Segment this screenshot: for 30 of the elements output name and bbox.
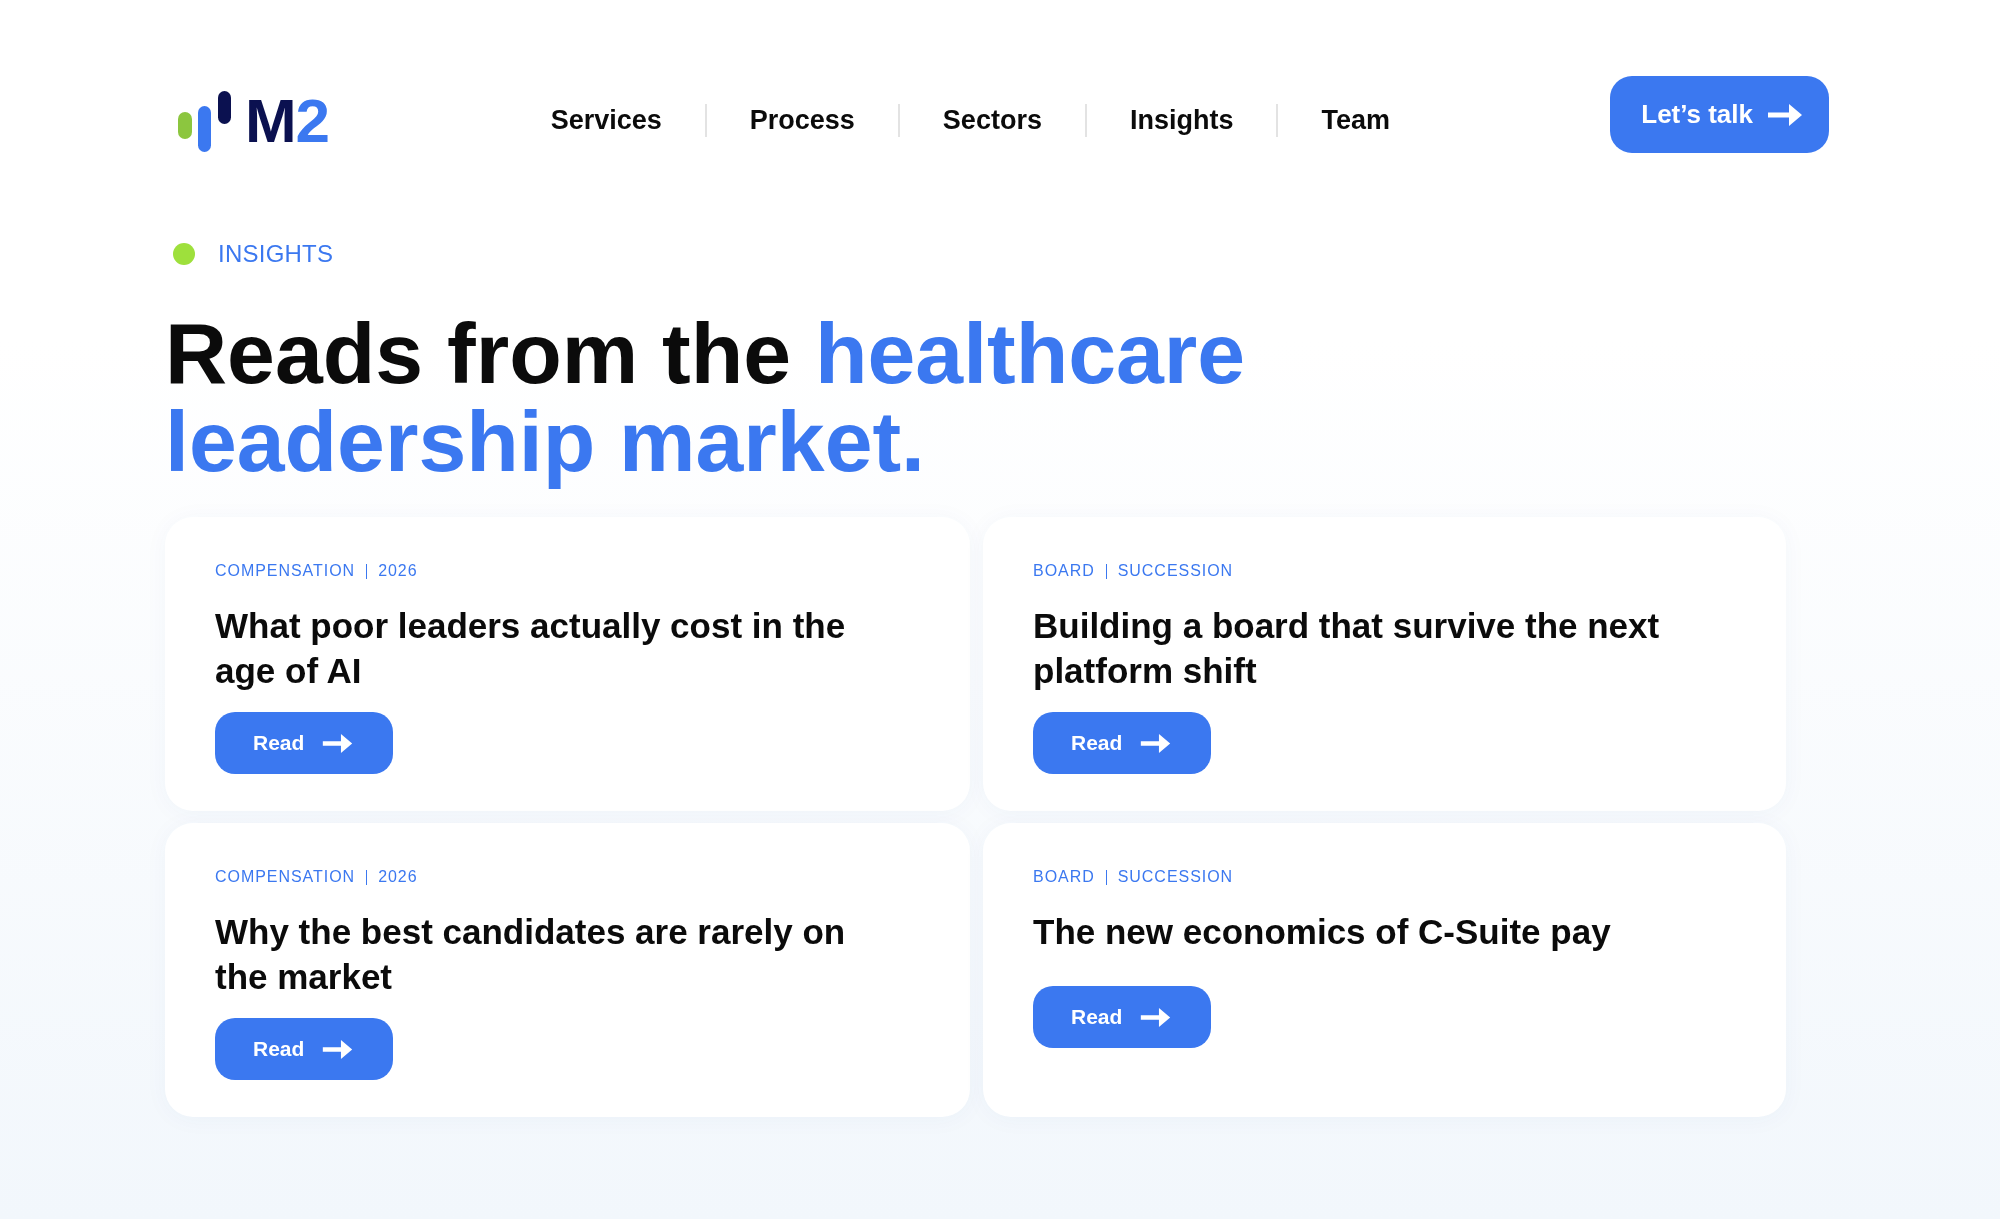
nav-link[interactable]: Process <box>749 104 855 137</box>
topic-label: SUCCESSION <box>1117 561 1234 581</box>
nav-link[interactable]: Team <box>1321 104 1390 137</box>
arrow-right-icon <box>322 1039 354 1059</box>
article-title: The new economics of C-Suite pay <box>1033 911 1612 953</box>
lets-talk-button[interactable]: Let’s talk <box>1610 76 1829 153</box>
topic-label: COMPENSATION <box>215 867 356 887</box>
read-button[interactable]: Read <box>215 712 394 774</box>
arrow-right-icon <box>1140 733 1172 753</box>
topic-label: 2026 <box>378 867 418 887</box>
arrow-right-icon <box>1768 103 1802 126</box>
read-button[interactable]: Read <box>215 1018 394 1080</box>
arrow-right-icon <box>322 733 354 753</box>
arrow-right-icon <box>1140 1007 1172 1027</box>
logo-bars-icon <box>178 91 232 152</box>
topic-label: BOARD <box>1033 561 1095 581</box>
read-button[interactable]: Read <box>1033 712 1212 774</box>
topic-label: BOARD <box>1033 867 1095 887</box>
logo-wordmark: M2 <box>245 90 329 152</box>
article-title: Why the best candidates are rarely on the market <box>215 911 847 998</box>
article-title: What poor leaders actually cost in the age of AI <box>215 605 847 692</box>
topic-label: 2026 <box>378 561 418 581</box>
nav-link[interactable]: Sectors <box>942 104 1042 137</box>
nav-link[interactable]: Insights <box>1129 104 1234 137</box>
topic-label: COMPENSATION <box>215 561 356 581</box>
nav-link[interactable]: Services <box>550 104 662 137</box>
read-button[interactable]: Read <box>1033 986 1212 1048</box>
topic-label: SUCCESSION <box>1117 867 1234 887</box>
article-title: Building a board that survive the next platform shift <box>1033 605 1661 692</box>
section-label: INSIGHTS <box>218 240 334 268</box>
